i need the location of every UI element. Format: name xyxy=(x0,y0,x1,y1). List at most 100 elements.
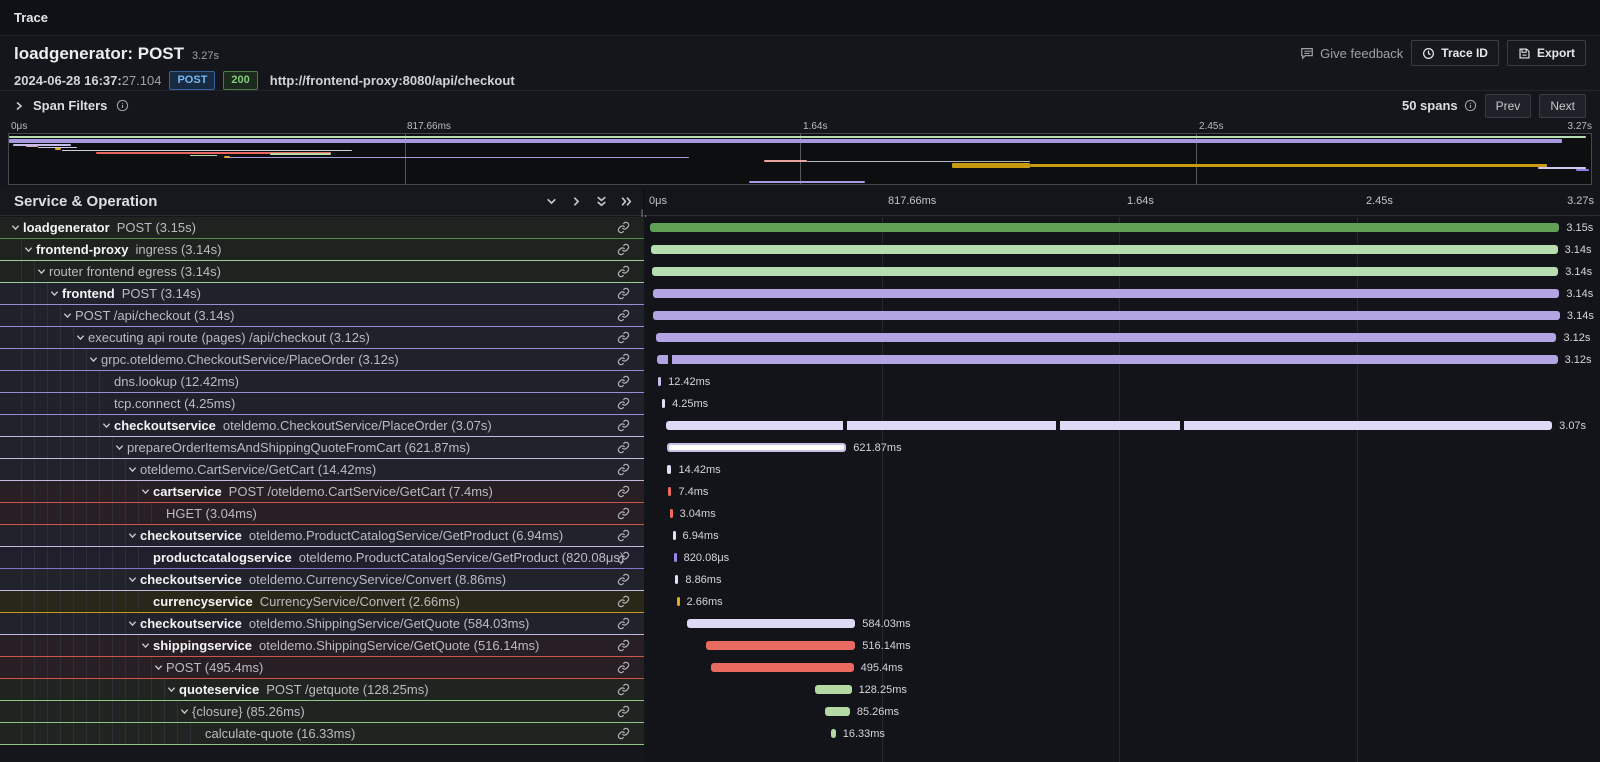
span-row[interactable]: checkoutserviceoteldemo.ProductCatalogSe… xyxy=(0,525,1600,547)
span-row[interactable]: currencyserviceCurrencyService/Convert (… xyxy=(0,591,1600,613)
span-link-icon[interactable] xyxy=(617,331,630,349)
span-duration-bar[interactable] xyxy=(652,267,1558,276)
span-row-label[interactable]: cartservicePOST /oteldemo.CartService/Ge… xyxy=(0,481,644,503)
span-row-label[interactable]: frontend-proxyingress (3.14s) xyxy=(0,239,644,261)
span-duration-bar[interactable] xyxy=(653,289,1559,298)
span-row-label[interactable]: HGET (3.04ms) xyxy=(0,503,644,525)
span-row[interactable]: checkoutserviceoteldemo.ShippingService/… xyxy=(0,613,1600,635)
span-row[interactable]: {closure} (85.26ms)85.26ms xyxy=(0,701,1600,723)
chevron-down-icon[interactable] xyxy=(125,569,140,591)
info-icon[interactable] xyxy=(1464,99,1477,112)
span-row[interactable]: calculate-quote (16.33ms)16.33ms xyxy=(0,723,1600,745)
span-duration-bar[interactable] xyxy=(651,245,1557,254)
span-link-icon[interactable] xyxy=(617,309,630,327)
chevron-down-icon[interactable] xyxy=(125,459,140,481)
span-row[interactable]: POST /api/checkout (3.14s)3.14s xyxy=(0,305,1600,327)
span-bar-track[interactable]: 3.15s xyxy=(644,217,1600,239)
chevron-down-icon[interactable] xyxy=(47,283,62,305)
span-duration-bar[interactable] xyxy=(653,311,1559,320)
span-bar-track[interactable]: 516.14ms xyxy=(644,635,1600,657)
chevron-down-icon[interactable] xyxy=(164,679,179,701)
span-row-label[interactable]: frontendPOST (3.14s) xyxy=(0,283,644,305)
span-bar-track[interactable]: 495.4ms xyxy=(644,657,1600,679)
trace-minimap[interactable]: 0μs817.66ms1.64s2.45s3.27s xyxy=(0,120,1600,188)
span-duration-bar[interactable] xyxy=(657,355,1558,364)
span-row[interactable]: prepareOrderItemsAndShippingQuoteFromCar… xyxy=(0,437,1600,459)
span-row[interactable]: quoteservicePOST /getquote (128.25ms)128… xyxy=(0,679,1600,701)
chevron-down-icon[interactable] xyxy=(125,525,140,547)
span-bar-track[interactable]: 7.4ms xyxy=(644,481,1600,503)
span-row[interactable]: oteldemo.CartService/GetCart (14.42ms)14… xyxy=(0,459,1600,481)
span-bar-track[interactable]: 6.94ms xyxy=(644,525,1600,547)
span-row[interactable]: frontendPOST (3.14s)3.14s xyxy=(0,283,1600,305)
span-bar-track[interactable]: 3.12s xyxy=(644,327,1600,349)
span-link-icon[interactable] xyxy=(617,463,630,481)
span-link-icon[interactable] xyxy=(617,353,630,371)
span-row[interactable]: checkoutserviceoteldemo.CheckoutService/… xyxy=(0,415,1600,437)
chevron-down-icon[interactable] xyxy=(8,217,23,239)
span-duration-bar[interactable] xyxy=(831,729,836,738)
chevron-down-icon[interactable] xyxy=(112,437,127,459)
minimap-canvas[interactable] xyxy=(8,133,1592,185)
span-row-label[interactable]: grpc.oteldemo.CheckoutService/PlaceOrder… xyxy=(0,349,644,371)
span-duration-bar[interactable] xyxy=(658,377,662,386)
span-row-label[interactable]: oteldemo.CartService/GetCart (14.42ms) xyxy=(0,459,644,481)
span-link-icon[interactable] xyxy=(617,419,630,437)
span-row-label[interactable]: POST (495.4ms) xyxy=(0,657,644,679)
span-link-icon[interactable] xyxy=(617,485,630,503)
span-bar-track[interactable]: 128.25ms xyxy=(644,679,1600,701)
span-row[interactable]: tcp.connect (4.25ms)4.25ms xyxy=(0,393,1600,415)
span-row-label[interactable]: loadgeneratorPOST (3.15s) xyxy=(0,217,644,239)
span-row[interactable]: HGET (3.04ms)3.04ms xyxy=(0,503,1600,525)
span-row[interactable]: cartservicePOST /oteldemo.CartService/Ge… xyxy=(0,481,1600,503)
span-bar-track[interactable]: 2.66ms xyxy=(644,591,1600,613)
span-row-label[interactable]: checkoutserviceoteldemo.CheckoutService/… xyxy=(0,415,644,437)
span-link-icon[interactable] xyxy=(617,221,630,239)
chevron-down-icon[interactable] xyxy=(99,415,114,437)
span-row-label[interactable]: shippingserviceoteldemo.ShippingService/… xyxy=(0,635,644,657)
span-link-icon[interactable] xyxy=(617,397,630,415)
span-row-label[interactable]: prepareOrderItemsAndShippingQuoteFromCar… xyxy=(0,437,644,459)
span-row[interactable]: POST (495.4ms)495.4ms xyxy=(0,657,1600,679)
span-row-label[interactable]: checkoutserviceoteldemo.ShippingService/… xyxy=(0,613,644,635)
span-link-icon[interactable] xyxy=(617,639,630,657)
chevron-down-icon[interactable] xyxy=(34,261,49,283)
span-duration-bar[interactable] xyxy=(656,333,1557,342)
span-bar-track[interactable]: 85.26ms xyxy=(644,701,1600,723)
chevron-down-icon[interactable] xyxy=(125,613,140,635)
prev-button[interactable]: Prev xyxy=(1485,94,1532,118)
info-icon[interactable] xyxy=(116,99,129,112)
span-row-label[interactable]: checkoutserviceoteldemo.ProductCatalogSe… xyxy=(0,525,644,547)
span-row[interactable]: executing api route (pages) /api/checkou… xyxy=(0,327,1600,349)
span-bar-track[interactable]: 4.25ms xyxy=(644,393,1600,415)
span-duration-bar[interactable] xyxy=(662,399,665,408)
span-link-icon[interactable] xyxy=(617,551,630,569)
span-duration-bar[interactable] xyxy=(667,465,671,474)
span-duration-bar[interactable] xyxy=(675,575,678,584)
next-button[interactable]: Next xyxy=(1539,94,1586,118)
span-row[interactable]: productcatalogserviceoteldemo.ProductCat… xyxy=(0,547,1600,569)
span-link-icon[interactable] xyxy=(617,727,630,745)
span-link-icon[interactable] xyxy=(617,243,630,261)
span-bar-track[interactable]: 3.12s xyxy=(644,349,1600,371)
span-duration-bar[interactable] xyxy=(667,443,847,452)
span-bar-track[interactable]: 16.33ms xyxy=(644,723,1600,745)
span-row[interactable]: frontend-proxyingress (3.14s)3.14s xyxy=(0,239,1600,261)
chevron-down-icon[interactable] xyxy=(21,239,36,261)
chevron-down-icon[interactable] xyxy=(138,635,153,657)
chevron-down-icon[interactable] xyxy=(177,701,192,723)
span-row-label[interactable]: quoteservicePOST /getquote (128.25ms) xyxy=(0,679,644,701)
span-bar-track[interactable]: 8.86ms xyxy=(644,569,1600,591)
span-row-label[interactable]: {closure} (85.26ms) xyxy=(0,701,644,723)
span-link-icon[interactable] xyxy=(617,529,630,547)
span-bar-track[interactable]: 3.14s xyxy=(644,239,1600,261)
chevron-down-icon[interactable] xyxy=(151,657,166,679)
span-duration-bar[interactable] xyxy=(706,641,855,650)
span-row[interactable]: shippingserviceoteldemo.ShippingService/… xyxy=(0,635,1600,657)
span-bar-track[interactable]: 3.14s xyxy=(644,261,1600,283)
span-bar-track[interactable]: 820.08μs xyxy=(644,547,1600,569)
span-row[interactable]: grpc.oteldemo.CheckoutService/PlaceOrder… xyxy=(0,349,1600,371)
span-row[interactable]: router frontend egress (3.14s)3.14s xyxy=(0,261,1600,283)
span-duration-bar[interactable] xyxy=(674,553,677,562)
span-link-icon[interactable] xyxy=(617,507,630,525)
